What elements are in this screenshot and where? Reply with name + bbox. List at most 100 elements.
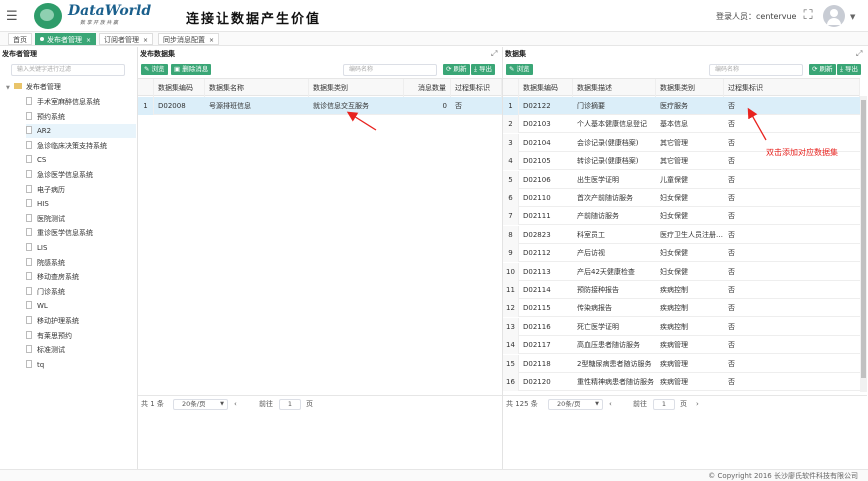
table-row[interactable]: 12 D02115 传染病报告 疾病控制否	[503, 299, 860, 318]
tree-item[interactable]: 手术室麻醉信息系统	[26, 95, 136, 109]
tree-item[interactable]: 预约系统	[26, 110, 136, 124]
table-row[interactable]: 1 D02008 号源排班信息 就诊信息交互服务 0 否	[138, 97, 502, 115]
tree-item[interactable]: WL	[26, 299, 136, 313]
table-row[interactable]: 6 D02110 首次产前随访服务 妇女保健否	[503, 189, 860, 207]
close-icon: ×	[143, 37, 149, 44]
table-row[interactable]: 8 D02823 科室员工 医疗卫生人员注册… 否	[503, 225, 860, 244]
avatar[interactable]	[823, 5, 845, 27]
login-user: 登录人员：centervue	[716, 12, 797, 21]
table-row[interactable]: 7 D02111 产前随访服务 妇女保健否	[503, 207, 860, 226]
tree-item[interactable]: 医院测试	[26, 212, 136, 226]
document-icon	[26, 316, 32, 324]
panel-title: 数据集	[505, 50, 526, 58]
tab-bar: 首页 发布者管理 × 订阅者管理 × 同步消息配置 ×	[0, 32, 868, 46]
tree-item[interactable]: 移动查房系统	[26, 270, 136, 284]
app-header: ☰ DataWorld 数 享 开 放 共 赢 连接让数据产生价值 登录人员：c…	[0, 0, 868, 32]
refresh-button[interactable]: ⟳ 刷新	[809, 64, 836, 75]
col-desc[interactable]: 数据集描述	[573, 79, 656, 97]
table-row[interactable]: 2 D02103 个人基本健康信息登记 基本信息否	[503, 115, 860, 134]
next-page-icon[interactable]: ›	[696, 397, 699, 411]
table-row[interactable]: 5 D02106 出生医学证明 儿童保健否	[503, 170, 860, 189]
document-icon	[26, 330, 32, 339]
table-row[interactable]: 10 D02113 产后42天健康检查 妇女保健否	[503, 262, 860, 281]
tab-publisher[interactable]: 发布者管理 ×	[35, 33, 97, 45]
tab-home[interactable]: 首页	[8, 33, 32, 45]
col-name[interactable]: 数据集名称	[205, 79, 309, 97]
table-row[interactable]: 14 D02117 高血压患者随访服务 疾病管理否	[503, 336, 860, 355]
refresh-button[interactable]: ⟳ 刷新	[443, 64, 470, 75]
tree-item[interactable]: tq	[26, 358, 136, 372]
col-count[interactable]: 消息数量	[404, 79, 451, 97]
tree-item[interactable]: 电子病历	[26, 183, 136, 197]
col-flag[interactable]: 过程集标识	[451, 79, 502, 97]
browse-button[interactable]: ✎ 浏览	[506, 64, 533, 75]
table-row[interactable]: 9 D02112 产后访视 妇女保健否	[503, 244, 860, 263]
col-category[interactable]: 数据集类别	[656, 79, 724, 97]
document-icon	[26, 170, 32, 178]
tree-item[interactable]: 标准测试	[26, 343, 136, 357]
total-count: 共 125 条	[506, 400, 538, 408]
mid-search-input[interactable]: 编码名称	[343, 64, 437, 76]
document-icon	[26, 243, 32, 251]
tree-item[interactable]: 门诊系统	[26, 285, 136, 299]
col-code[interactable]: 数据集编码	[154, 79, 205, 97]
document-icon	[26, 272, 32, 281]
fullscreen-icon[interactable]: ⛶	[800, 8, 816, 24]
tree-item[interactable]: 院感系统	[26, 256, 136, 270]
logo-text: DataWorld	[68, 3, 152, 19]
export-button[interactable]: ⤓ 导出	[837, 64, 861, 75]
browse-button[interactable]: ✎ 浏览	[141, 64, 168, 75]
col-flag[interactable]: 过程集标识	[724, 79, 860, 97]
page-input[interactable]: 1	[279, 399, 301, 410]
tree-item[interactable]: 急诊医学信息系统	[26, 168, 136, 182]
document-icon	[26, 199, 32, 208]
publish-dataset-panel: 发布数据集 ⤢ ✎ 浏览 ▣ 删除消息 编码名称 ⟳ 刷新 ⤓ 导出 数据集编码…	[138, 47, 503, 469]
document-icon	[26, 213, 32, 222]
document-icon	[26, 184, 32, 193]
prev-page-icon[interactable]: ‹	[609, 397, 612, 411]
annotation-text: 双击添加对应数据集	[766, 148, 838, 157]
prev-page-icon[interactable]: ‹	[234, 397, 237, 411]
scrollbar[interactable]	[860, 96, 867, 392]
page-size-select[interactable]: 20条/页 ▼	[173, 399, 228, 410]
dataset-panel: 数据集 ⤢ ✎ 浏览 编码名称 ⟳ 刷新 ⤓ 导出 数据集编码 数据集描述 数据…	[503, 47, 868, 469]
tree-item[interactable]: 有莱思预约	[26, 329, 136, 343]
delete-message-button[interactable]: ▣ 删除消息	[171, 64, 212, 75]
page-input[interactable]: 1	[653, 399, 675, 410]
tab-subscriber[interactable]: 订阅者管理 ×	[99, 33, 154, 45]
document-icon	[26, 228, 32, 237]
document-icon	[26, 140, 32, 149]
table-row[interactable]: 1 D02122 门诊摘要 医疗服务否	[503, 97, 860, 115]
page-size-select[interactable]: 20条/页 ▼	[548, 399, 603, 410]
tree-item[interactable]: HIS	[26, 197, 136, 211]
table-row[interactable]: 15 D02118 2型糖尿病患者随访服务 疾病管理否	[503, 354, 860, 373]
table-row[interactable]: 16 D02120 重性精神病患者随访服务 疾病管理否	[503, 373, 860, 391]
tree-item[interactable]: LIS	[26, 241, 136, 255]
logo-icon	[34, 3, 62, 29]
table-row[interactable]: 11 D02114 预防接种报告 疾病控制否	[503, 281, 860, 299]
document-icon	[26, 126, 32, 135]
document-icon	[26, 111, 32, 120]
document-icon	[26, 286, 32, 295]
chevron-down-icon[interactable]: ▼	[850, 13, 855, 21]
panel-title: 发布者管理	[2, 50, 37, 58]
tree-search-input[interactable]: 输入关键字进行过滤	[11, 64, 125, 76]
col-code[interactable]: 数据集编码	[519, 79, 573, 97]
right-search-input[interactable]: 编码名称	[709, 64, 803, 76]
table-row[interactable]: 13 D02116 死亡医学证明 疾病控制否	[503, 317, 860, 336]
footer: © Copyright 2016 长沙廖氏软件科技有限公司	[0, 469, 868, 481]
menu-toggle-icon[interactable]: ☰	[6, 9, 18, 24]
export-button[interactable]: ⤓ 导出	[471, 64, 495, 75]
tree-item[interactable]: 移动护理系统	[26, 314, 136, 328]
close-icon: ×	[86, 37, 92, 44]
tree-item[interactable]: 急诊临床决策支持系统	[26, 139, 136, 153]
tree-item[interactable]: 重诊医学信息系统	[26, 226, 136, 240]
expand-icon[interactable]: ⤢	[856, 49, 862, 59]
col-category[interactable]: 数据集类别	[309, 79, 404, 97]
tab-sync-config[interactable]: 同步消息配置 ×	[158, 33, 220, 45]
tree-root[interactable]: ▼ 发布者管理	[6, 81, 61, 93]
document-icon	[26, 345, 32, 354]
tree-item[interactable]: CS	[26, 153, 136, 167]
tree-item[interactable]: AR2	[26, 124, 136, 139]
expand-icon[interactable]: ⤢	[491, 49, 497, 59]
